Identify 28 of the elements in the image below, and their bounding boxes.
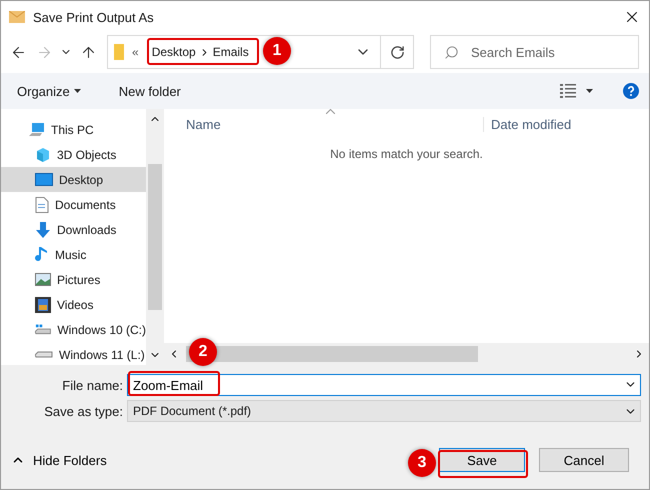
sidebar-item[interactable]: Downloads xyxy=(1,217,146,242)
save-button[interactable]: Save xyxy=(439,448,525,472)
sidebar-item[interactable]: Windows 10 (C:) xyxy=(1,317,146,342)
organize-button[interactable]: Organize xyxy=(11,82,87,100)
sidebar-item[interactable]: This PC xyxy=(1,117,146,142)
new-folder-button[interactable]: New folder xyxy=(112,82,187,100)
file-name-field[interactable]: Zoom-Email xyxy=(127,374,641,396)
field-label: File name: xyxy=(61,378,124,392)
file-type-dropdown[interactable]: PDF Document (*.pdf) xyxy=(127,400,641,422)
hide-folders-button[interactable]: Hide Folders xyxy=(11,452,107,468)
search-field[interactable]: Search Emails xyxy=(430,35,639,69)
sidebar-item[interactable]: 3D Objects xyxy=(1,142,146,167)
callout-number: 1 xyxy=(263,37,291,65)
overflow-chevron[interactable]: « xyxy=(124,45,151,59)
sidebar-item[interactable]: Desktop xyxy=(1,167,146,192)
cancel-button[interactable]: Cancel xyxy=(539,448,629,472)
sidebar-item[interactable]: Documents xyxy=(1,192,146,217)
sidebar-item[interactable]: Music xyxy=(1,242,146,267)
breadcrumb[interactable]: Desktop xyxy=(150,45,197,59)
sidebar-item[interactable]: Pictures xyxy=(1,267,146,292)
field-label: Save as type: xyxy=(43,404,124,418)
sidebar-item[interactable]: Videos xyxy=(1,292,146,317)
window-title: Save Print Output As xyxy=(33,10,155,24)
breadcrumb[interactable]: Emails xyxy=(212,45,250,59)
column-header[interactable]: Name xyxy=(164,116,484,132)
empty-message: No items match your search. xyxy=(330,147,483,161)
column-header[interactable]: Date modified xyxy=(484,116,572,132)
sidebar-item[interactable]: Windows 11 (L:) xyxy=(1,342,146,367)
